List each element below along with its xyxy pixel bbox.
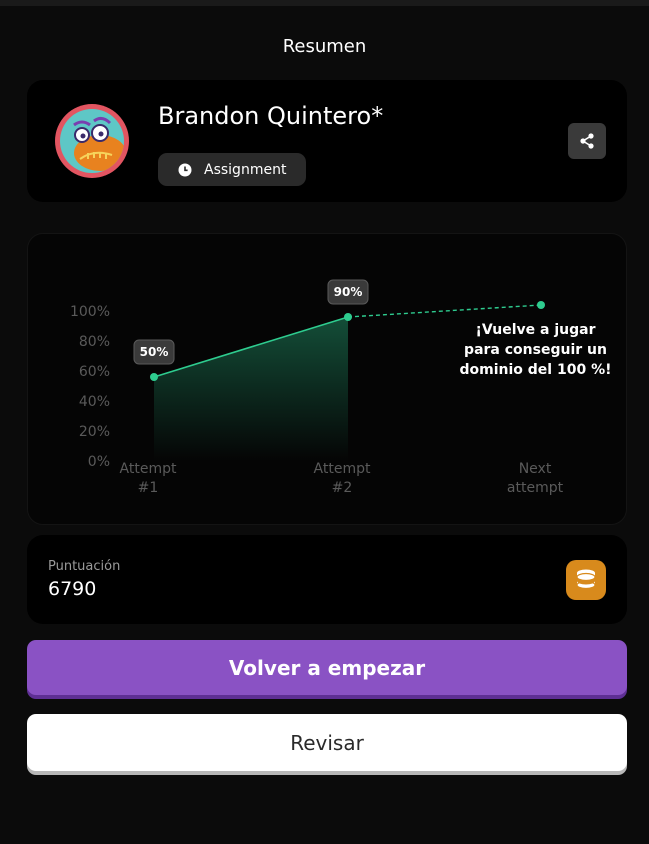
x-tick-label: Attempt: [314, 461, 371, 477]
coins-icon: [566, 560, 606, 600]
data-label: 90%: [334, 285, 363, 299]
y-tick-label: 0%: [88, 454, 110, 470]
chart-note: ¡Vuelve a jugar para conseguir un domini…: [458, 320, 613, 380]
y-tick-label: 60%: [79, 364, 110, 380]
share-icon: [580, 133, 594, 149]
clock-icon: [178, 163, 192, 176]
x-tick-label: #1: [138, 480, 159, 496]
y-tick-label: 80%: [79, 334, 110, 350]
performance-chart: 100% 80% 60% 40% 20% 0% Attempt #1 Attempt #2 Next…: [70, 279, 564, 496]
top-bar: [0, 0, 649, 6]
series-area: [154, 317, 348, 461]
projection-line: [347, 304, 542, 318]
restart-button[interactable]: Volver a empezar: [27, 640, 627, 695]
monster-avatar-icon: [60, 109, 124, 173]
data-point: [150, 373, 158, 381]
x-tick-label: #2: [332, 480, 353, 496]
chart-note-line-2: para conseguir un: [464, 342, 607, 358]
score-value: 6790: [48, 578, 97, 600]
y-tick-label: 40%: [79, 394, 110, 410]
score-card: Puntuación 6790: [27, 535, 627, 624]
y-tick-label: 20%: [79, 424, 110, 440]
y-tick-label: 100%: [70, 304, 110, 320]
data-point: [537, 301, 545, 309]
assignment-tag: Assignment: [158, 153, 306, 186]
profile-card: Brandon Quintero* Assignment: [27, 80, 627, 202]
page-title: Resumen: [282, 36, 367, 57]
assignment-tag-label: Assignment: [204, 161, 287, 178]
score-label: Puntuación: [48, 559, 121, 574]
chart-note-line-3: dominio del 100 %!: [459, 362, 612, 378]
avatar: [55, 104, 129, 178]
x-tick-label: attempt: [507, 480, 564, 496]
user-name: Brandon Quintero*: [158, 102, 384, 130]
performance-chart-card: 100% 80% 60% 40% 20% 0% Attempt #1 Attempt #2 Next…: [27, 233, 627, 525]
review-button[interactable]: Revisar: [27, 714, 627, 771]
x-tick-label: Next: [519, 461, 552, 477]
chart-note-line-1: ¡Vuelve a jugar: [475, 322, 596, 338]
x-tick-label: Attempt: [120, 461, 177, 477]
share-button[interactable]: [568, 123, 606, 159]
data-point: [344, 313, 352, 321]
data-label: 50%: [140, 345, 169, 359]
